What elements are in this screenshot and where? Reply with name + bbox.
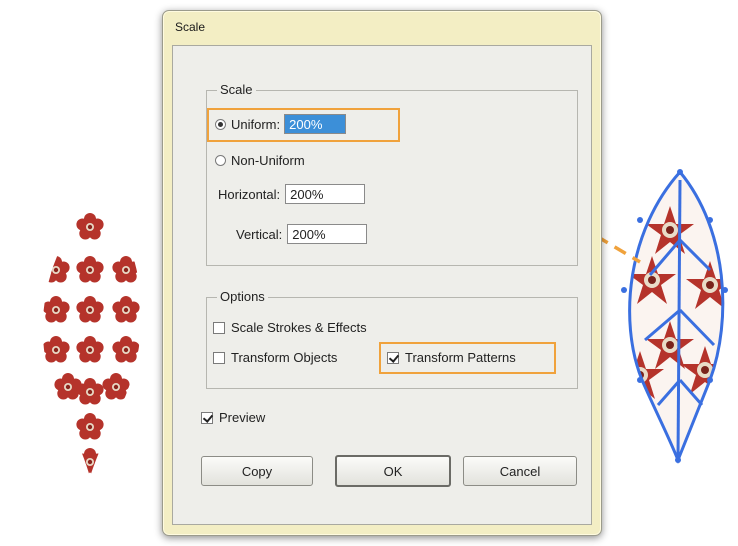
dialog-body: Scale Uniform: 200% Non-Uniform Horizont… (172, 45, 592, 525)
cancel-button[interactable]: Cancel (463, 456, 577, 486)
horizontal-row: Horizontal: 200% (218, 184, 366, 204)
transform-objects-label: Transform Objects (231, 350, 338, 365)
copy-button[interactable]: Copy (201, 456, 313, 486)
nonuniform-radio[interactable] (215, 155, 226, 166)
scale-strokes-checkbox[interactable] (213, 321, 225, 334)
uniform-highlight-box (207, 108, 400, 142)
vertical-label: Vertical: (236, 226, 283, 242)
scale-strokes-row[interactable]: Scale Strokes & Effects (213, 320, 367, 335)
preview-checkbox[interactable] (201, 411, 213, 424)
scale-dialog: Scale Scale Uniform: 200% Non-Uniform Ho… (162, 10, 602, 536)
preview-label: Preview (219, 410, 266, 425)
preview-row[interactable]: Preview (201, 410, 265, 425)
options-group-title: Options (217, 289, 268, 304)
transform-patterns-highlight-box (379, 342, 556, 374)
vertical-field[interactable]: 200% (287, 224, 368, 244)
dialog-title: Scale (175, 20, 206, 34)
nonuniform-label: Non-Uniform (231, 153, 305, 168)
transform-objects-checkbox[interactable] (213, 351, 225, 364)
vertical-row: Vertical: 200% (236, 224, 368, 244)
nonuniform-radio-row[interactable]: Non-Uniform (215, 153, 305, 168)
scale-strokes-label: Scale Strokes & Effects (231, 320, 367, 335)
transform-objects-row[interactable]: Transform Objects (213, 350, 337, 365)
ok-button[interactable]: OK (335, 455, 451, 487)
scale-group-title: Scale (217, 82, 256, 97)
horizontal-label: Horizontal: (218, 186, 281, 202)
horizontal-field[interactable]: 200% (285, 184, 366, 204)
